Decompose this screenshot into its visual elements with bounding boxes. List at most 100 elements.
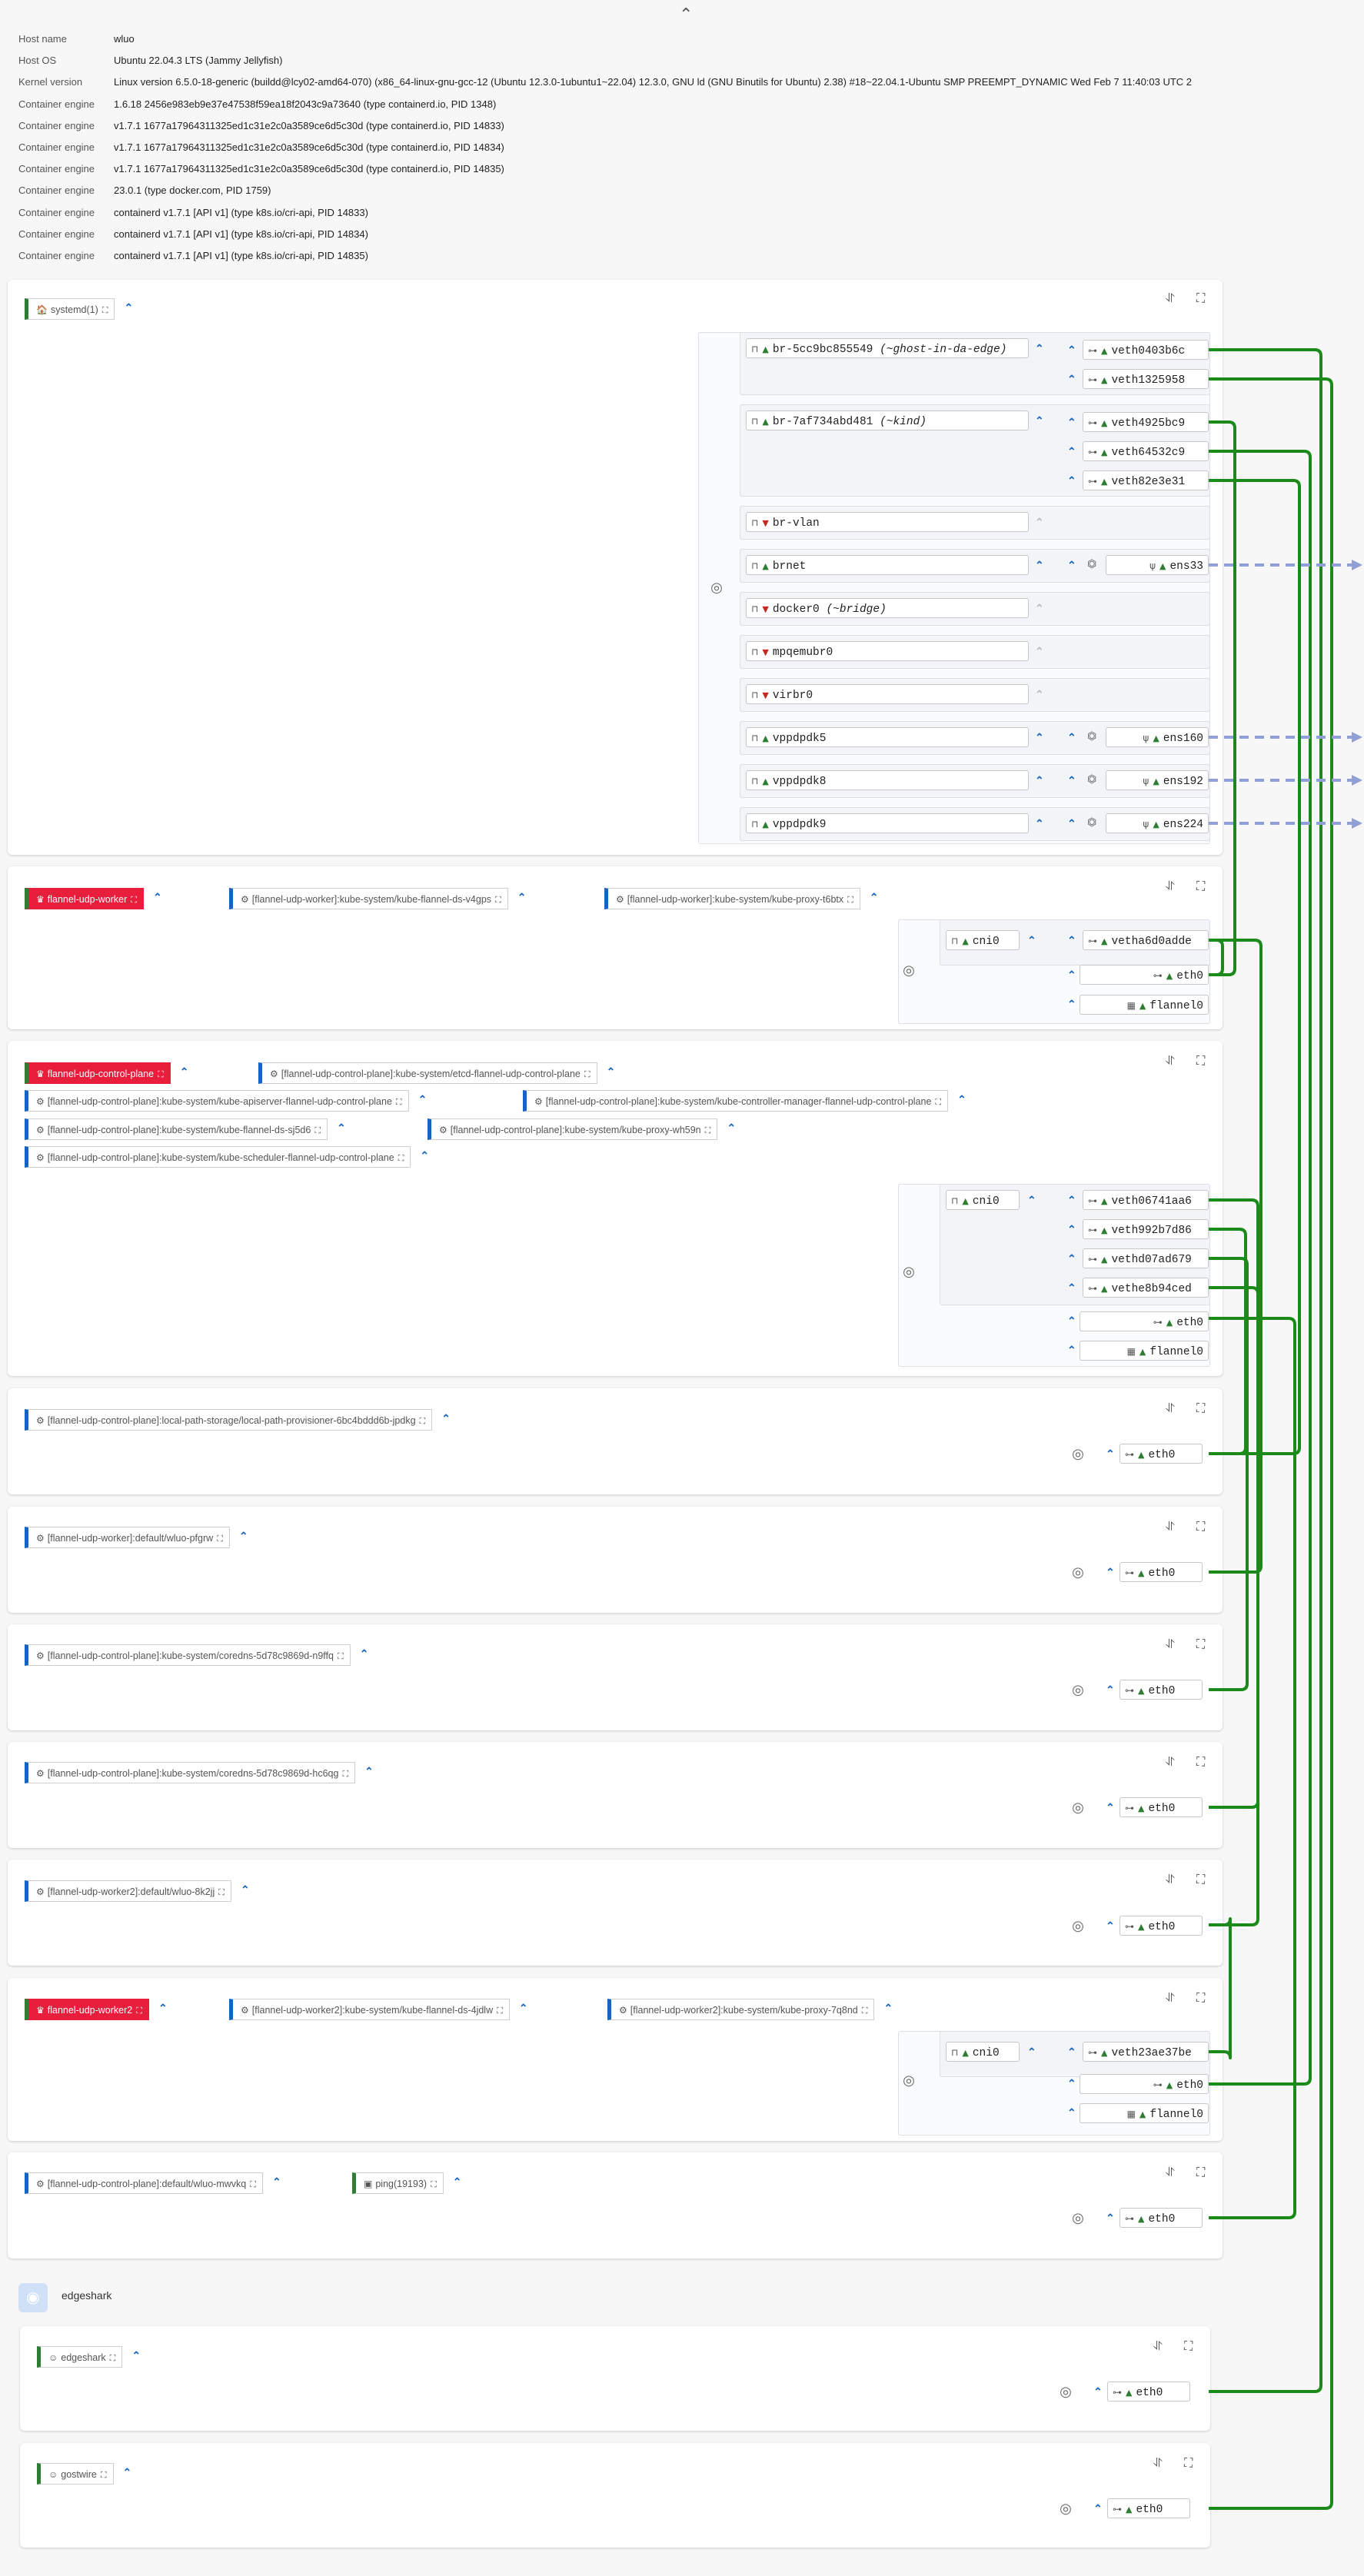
nic-ens33[interactable]: ψ ▲ ens33 [1106, 555, 1209, 575]
target-icon[interactable]: ◎ [898, 2069, 920, 2091]
container-chip[interactable]: ⚙ [flannel-udp-worker]:default/wluo-pfgrw… [25, 1527, 230, 1548]
nic-ens192[interactable]: ψ ▲ ens192 [1106, 770, 1209, 790]
jump-up-icon[interactable]: ⌃ [1106, 1920, 1115, 1933]
nic-ens224[interactable]: ψ ▲ ens224 [1106, 813, 1209, 833]
nic-ens160[interactable]: ψ ▲ ens160 [1106, 727, 1209, 747]
jump-up-icon[interactable]: ⌃ [1106, 1801, 1115, 1814]
capture-icon[interactable]: ⥯ [1166, 1873, 1175, 1887]
veth-veth4925bc9[interactable]: ⊶ ▲ veth4925bc9 [1083, 412, 1209, 432]
container-chip[interactable]: ♛ flannel-udp-worker2 ⛶ [25, 1999, 149, 2020]
jump-up-icon[interactable]: ⌃ [239, 1530, 248, 1543]
iface-flannel0[interactable]: ▦ ▲ flannel0 [1080, 2103, 1209, 2123]
jump-up-icon[interactable]: ⌃ [1067, 1194, 1076, 1207]
bridge-br-vlan[interactable]: ⊓ ▼ br-vlan [746, 512, 1029, 532]
capture-icon[interactable]: ⥯ [1166, 880, 1175, 894]
target-icon[interactable]: ◎ [1067, 1561, 1089, 1583]
target-icon[interactable]: ◎ [1067, 1915, 1089, 1936]
fullscreen-icon[interactable]: ⛶ [862, 2000, 868, 2022]
target-icon[interactable]: ◎ [1055, 2381, 1076, 2402]
fullscreen-icon[interactable]: ⛶ [314, 1120, 321, 1142]
fullscreen-icon[interactable]: ⛶ [342, 1763, 348, 1785]
iface-eth0[interactable]: ⊶ ▲ eth0 [1119, 1916, 1203, 1936]
jump-up-icon[interactable]: ⌃ [1067, 2106, 1076, 2119]
jump-up-icon[interactable]: ⌃ [1067, 474, 1076, 487]
jump-up-icon[interactable]: ⌃ [453, 2175, 462, 2189]
jump-up-icon[interactable]: ⌃ [441, 1412, 451, 1425]
veth-vethe8b94ced[interactable]: ⊶ ▲ vethe8b94ced [1083, 1278, 1209, 1298]
jump-up-icon[interactable]: ⌃ [519, 2002, 528, 2015]
container-chip[interactable]: ☺ edgeshark ⛶ [37, 2346, 123, 2368]
fullscreen-icon[interactable]: ⛶ [398, 1148, 404, 1169]
jump-up-icon[interactable]: ⌃ [1106, 2212, 1115, 2225]
target-icon[interactable]: ◎ [1067, 1679, 1089, 1700]
target-icon[interactable]: ◎ [898, 1261, 920, 1282]
jump-up-icon[interactable]: ⌃ [1035, 602, 1044, 615]
capture-icon[interactable]: ⥯ [1153, 2457, 1163, 2471]
jump-up-icon[interactable]: ⌃ [1067, 1281, 1076, 1295]
fullscreen-icon[interactable]: ⛶ [1196, 292, 1205, 306]
container-chip[interactable]: ♛ flannel-udp-control-plane ⛶ [25, 1062, 171, 1084]
jump-up-icon[interactable]: ⌃ [1067, 934, 1076, 947]
container-chip[interactable]: ⚙ [flannel-udp-control-plane]:kube-system… [25, 1118, 328, 1140]
fullscreen-icon[interactable]: ⛶ [1184, 2457, 1193, 2471]
tag-icon[interactable]: ⏣ [1087, 816, 1096, 829]
jump-up-icon[interactable]: ⌃ [241, 1883, 250, 1896]
container-chip[interactable]: ⚙ [flannel-udp-control-plane]:kube-system… [258, 1062, 597, 1084]
capture-icon[interactable]: ⥯ [1153, 2340, 1163, 2354]
target-icon[interactable]: ◎ [1055, 2498, 1076, 2519]
jump-up-icon[interactable]: ⌃ [727, 1122, 736, 1135]
jump-up-icon[interactable]: ⌃ [131, 2349, 141, 2362]
bridge-br-7af734abd481[interactable]: ⊓ ▲ br-7af734abd481 (~kind) [746, 410, 1029, 430]
container-chip[interactable]: ⚙ [flannel-udp-control-plane]:kube-system… [25, 1762, 356, 1785]
veth-vetha6d0adde[interactable]: ⊶ ▲ vetha6d0adde [1083, 930, 1209, 950]
jump-up-icon[interactable]: ⌃ [1067, 998, 1076, 1011]
target-icon[interactable]: ◎ [1067, 1797, 1089, 1818]
fullscreen-icon[interactable]: ⛶ [847, 889, 853, 911]
jump-up-icon[interactable]: ⌃ [124, 301, 133, 314]
capture-icon[interactable]: ⥯ [1166, 1638, 1175, 1652]
bridge-vppdpdk5[interactable]: ⊓ ▲ vppdpdk5 [746, 727, 1029, 747]
fullscreen-icon[interactable]: ⛶ [1196, 880, 1205, 894]
container-chip[interactable]: ⚙ [flannel-udp-control-plane]:kube-system… [25, 1090, 409, 1112]
jump-up-icon[interactable]: ⌃ [1035, 516, 1044, 529]
bridge-cni0[interactable]: ⊓ ▲ cni0 [946, 2042, 1020, 2062]
jump-up-icon[interactable]: ⌃ [1067, 445, 1076, 458]
target-icon[interactable]: ◎ [1067, 2207, 1089, 2229]
tag-icon[interactable]: ⏣ [1087, 730, 1096, 743]
jump-up-icon[interactable]: ⌃ [1067, 373, 1076, 386]
container-chip[interactable]: ⚙ [flannel-udp-control-plane]:kube-system… [523, 1090, 949, 1112]
jump-up-icon[interactable]: ⌃ [517, 891, 527, 904]
bridge-vppdpdk9[interactable]: ⊓ ▲ vppdpdk9 [746, 813, 1029, 833]
jump-up-icon[interactable]: ⌃ [180, 1065, 189, 1079]
fullscreen-icon[interactable]: ⛶ [338, 1646, 344, 1667]
iface-eth0[interactable]: ⊶ ▲ eth0 [1119, 1797, 1203, 1817]
jump-up-icon[interactable]: ⌃ [1106, 1566, 1115, 1579]
capture-icon[interactable]: ⥯ [1166, 1521, 1175, 1534]
container-chip[interactable]: ☺ gostwire ⛶ [37, 2463, 114, 2485]
container-chip[interactable]: ▣ ping(19193) ⛶ [352, 2172, 444, 2194]
bridge-br-5cc9bc855549[interactable]: ⊓ ▲ br-5cc9bc855549 (~ghost-in-da-edge) [746, 338, 1029, 358]
jump-up-icon[interactable]: ⌃ [1027, 1194, 1036, 1207]
jump-up-icon[interactable]: ⌃ [957, 1093, 966, 1106]
jump-up-icon[interactable]: ⌃ [364, 1765, 374, 1778]
iface-flannel0[interactable]: ▦ ▲ flannel0 [1080, 995, 1209, 1015]
container-chip[interactable]: ⚙ [flannel-udp-worker2]:kube-system/kube-… [229, 1999, 510, 2020]
container-chip[interactable]: ♛ flannel-udp-worker ⛶ [25, 888, 144, 909]
tag-icon[interactable]: ⏣ [1087, 557, 1096, 570]
iface-eth0[interactable]: ⊶ ▲ eth0 [1107, 2382, 1190, 2401]
jump-up-icon[interactable]: ⌃ [1035, 414, 1044, 427]
jump-up-icon[interactable]: ⌃ [1067, 1223, 1076, 1236]
fullscreen-icon[interactable]: ⛶ [431, 2174, 437, 2195]
iface-eth0[interactable]: ⊶ ▲ eth0 [1080, 2074, 1209, 2094]
jump-up-icon[interactable]: ⌃ [870, 891, 879, 904]
jump-up-icon[interactable]: ⌃ [1067, 731, 1076, 744]
fullscreen-icon[interactable]: ⛶ [420, 1411, 426, 1432]
fullscreen-icon[interactable]: ⛶ [497, 2000, 503, 2022]
capture-icon[interactable]: ⥯ [1166, 1402, 1175, 1416]
iface-eth0[interactable]: ⊶ ▲ eth0 [1119, 2208, 1203, 2228]
fullscreen-icon[interactable]: ⛶ [495, 889, 501, 911]
target-icon[interactable]: ◎ [898, 959, 920, 981]
fullscreen-icon[interactable]: ⛶ [1196, 1638, 1205, 1652]
jump-up-icon[interactable]: ⌃ [1067, 2077, 1076, 2090]
iface-flannel0[interactable]: ▦ ▲ flannel0 [1080, 1341, 1209, 1361]
